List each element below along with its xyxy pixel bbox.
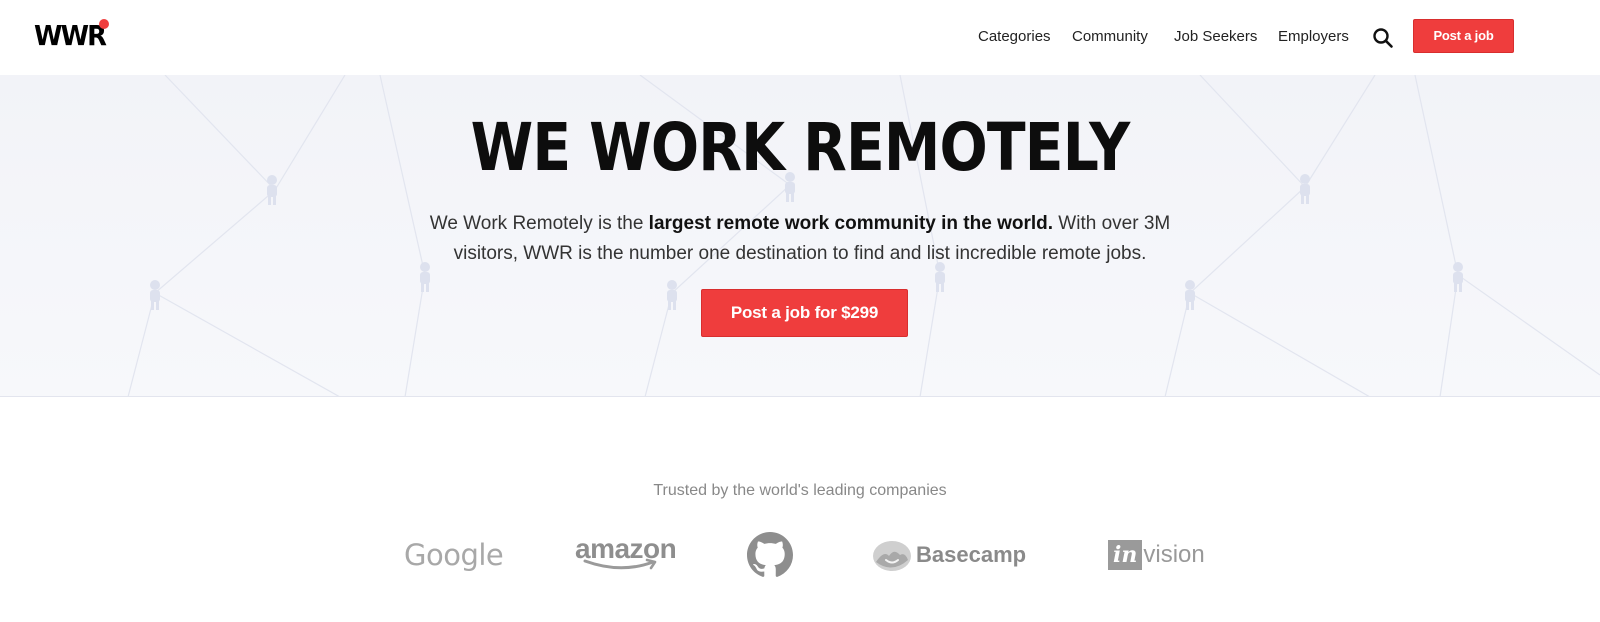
amazon-logo: amazon [575,525,677,585]
github-logo [747,525,793,585]
basecamp-logo: Basecamp [872,525,1026,585]
site-header: WWR Categories Community Job Seekers Emp… [0,0,1600,75]
invision-wordmark: vision [1143,541,1205,568]
search-icon[interactable] [1372,27,1394,49]
hero-desc-intro: We Work Remotely is the [429,213,649,234]
post-a-job-button[interactable]: Post a job [1413,19,1514,53]
company-logos: Google amazon Basecamp in vision [0,525,1600,585]
post-job-cta-button[interactable]: Post a job for $299 [701,289,908,337]
trusted-heading: Trusted by the world's leading companies [653,482,947,499]
basecamp-wordmark: Basecamp [916,542,1027,567]
wwr-logo[interactable]: WWR [34,21,107,51]
github-icon [747,532,793,577]
hero-desc-highlight: largest remote work community in the wor… [648,213,1054,234]
invision-mark: in [1108,540,1143,570]
invision-logo: in vision [1108,525,1205,585]
logo-dot [99,19,109,29]
nav-categories[interactable]: Categories [978,26,1051,48]
google-logo: Google [404,538,504,572]
amazon-smile-icon [583,558,657,570]
nav-job-seekers[interactable]: Job Seekers [1174,26,1257,48]
basecamp-icon [873,541,911,571]
hero-section: WE WORK REMOTELY We Work Remotely is the… [0,75,1600,397]
nav-community[interactable]: Community [1072,26,1148,48]
hero-title: WE WORK REMOTELY [470,109,1131,186]
nav-employers[interactable]: Employers [1278,26,1349,48]
hero-description: We Work Remotely is the largest remote w… [400,209,1200,269]
